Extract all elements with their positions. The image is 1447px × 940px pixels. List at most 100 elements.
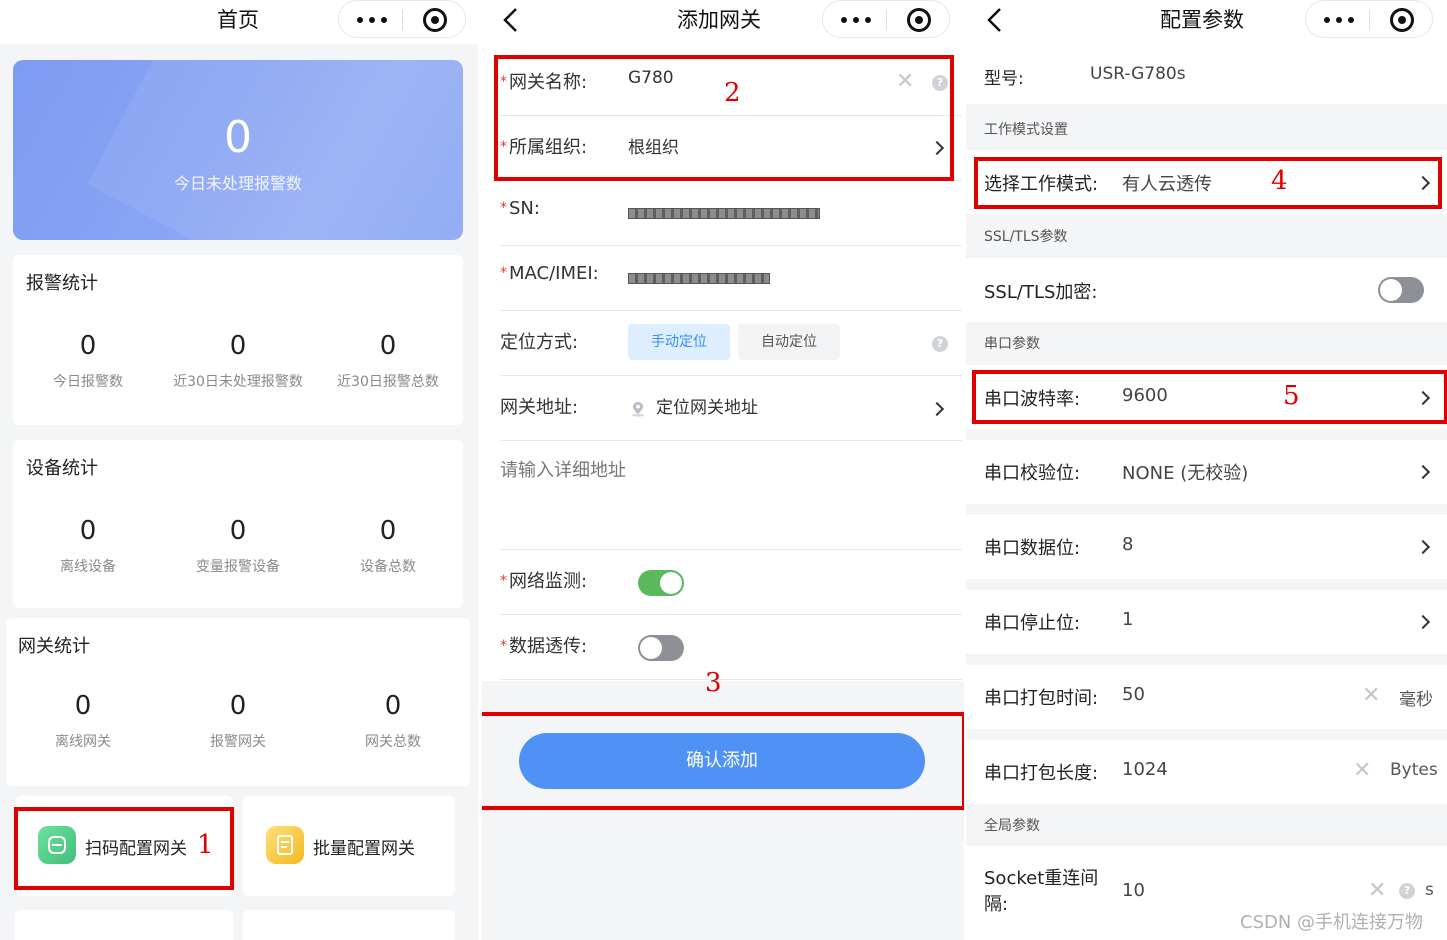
row-label: 串口波特率: (984, 389, 1081, 410)
confirm-add-button[interactable]: 确认添加 (519, 733, 925, 789)
locate-address-link[interactable]: 定位网关地址 (656, 393, 758, 418)
stat-label: 报警网关 (210, 734, 266, 750)
clear-icon[interactable]: ✕ (1353, 760, 1371, 782)
tile-partial[interactable] (15, 910, 233, 940)
tile-label: 批量配置网关 (313, 839, 415, 859)
footer-area (482, 681, 964, 940)
parity-row[interactable]: 串口校验位: NONE (无校验) (966, 440, 1447, 504)
detail-address-textarea[interactable]: 请输入详细地址 (500, 442, 962, 550)
annotation-number: 5 (1283, 381, 1300, 411)
more-icon[interactable] (357, 17, 387, 23)
page-title: 添加网关 (677, 8, 761, 32)
model-value: USR-G780s (1090, 64, 1186, 84)
panel-divider (964, 0, 966, 940)
network-monitor-toggle[interactable] (638, 570, 684, 596)
chevron-right-icon (1415, 464, 1431, 480)
stat-value: 0 (379, 331, 397, 361)
close-mini-program-icon[interactable] (1390, 8, 1414, 32)
mac-imei-field[interactable]: * MAC/IMEI: (500, 247, 962, 311)
stat-30d-total[interactable]: 0 近30日报警总数 (313, 331, 463, 391)
field-label: * SN: (500, 198, 540, 219)
card-title: 网关统计 (18, 636, 90, 657)
chevron-right-icon (929, 401, 945, 417)
back-icon[interactable] (500, 6, 524, 34)
pack-length-value[interactable]: 1024 (1122, 759, 1168, 780)
hero-label: 今日未处理报警数 (173, 174, 302, 193)
clear-icon[interactable]: ✕ (1368, 880, 1386, 902)
ssl-row: SSL/TLS加密: (966, 258, 1447, 322)
pack-length-row[interactable]: 串口打包长度: 1024 ✕ Bytes (966, 740, 1447, 804)
page-title: 配置参数 (1160, 8, 1244, 32)
tile-partial[interactable] (243, 910, 455, 940)
stop-bits-row[interactable]: 串口停止位: 1 (966, 590, 1447, 654)
stat-total-gateways[interactable]: 0 网关总数 (318, 691, 468, 751)
auto-locate-button[interactable]: 自动定位 (738, 324, 840, 360)
close-mini-program-icon[interactable] (907, 8, 931, 32)
field-label: 网关地址: (500, 397, 579, 418)
pack-time-value[interactable]: 50 (1122, 684, 1145, 705)
more-icon[interactable] (841, 17, 871, 23)
redacted-mac (628, 273, 770, 284)
help-icon[interactable]: ? (932, 336, 948, 352)
organization-value: 根组织 (628, 138, 679, 158)
data-passthrough-field: * 数据透传: (500, 616, 962, 680)
stat-offline-gateways[interactable]: 0 离线网关 (8, 691, 158, 751)
clear-icon[interactable]: ✕ (1362, 685, 1380, 707)
row-label: Socket重连间 隔: (984, 868, 1099, 915)
alarm-stats-card: 报警统计 0 今日报警数 0 近30日未处理报警数 0 近30日报警总数 (13, 255, 463, 425)
pack-time-row[interactable]: 串口打包时间: 50 ✕ 毫秒 (966, 665, 1447, 729)
data-bits-value: 8 (1122, 534, 1134, 555)
stat-label: 离线设备 (60, 559, 116, 575)
sn-field[interactable]: * SN: (500, 182, 962, 246)
baud-rate-row[interactable]: 串口波特率: 9600 (966, 365, 1447, 429)
close-mini-program-icon[interactable] (423, 8, 447, 32)
gateway-address-field[interactable]: 网关地址: 定位网关地址 (500, 377, 962, 441)
work-mode-row[interactable]: 选择工作模式: 有人云透传 (966, 150, 1447, 214)
data-passthrough-toggle[interactable] (638, 635, 684, 661)
gateway-name-value[interactable]: G780 (628, 68, 674, 88)
help-icon[interactable]: ? (932, 75, 948, 91)
stat-30d-unhandled[interactable]: 0 近30日未处理报警数 (163, 331, 313, 391)
detail-address-placeholder: 请输入详细地址 (500, 460, 626, 481)
reconnect-value[interactable]: 10 (1122, 880, 1145, 901)
stat-value: 0 (229, 331, 247, 361)
chevron-right-icon (1415, 539, 1431, 555)
stat-alarm-devices[interactable]: 0 变量报警设备 (163, 516, 313, 576)
stat-label: 设备总数 (360, 559, 416, 575)
hero-count: 0 (224, 112, 252, 163)
data-bits-row[interactable]: 串口数据位: 8 (966, 515, 1447, 579)
section-header: 全局参数 (984, 818, 1040, 834)
mini-program-capsule (1305, 0, 1433, 38)
batch-config-gateway-button[interactable]: 批量配置网关 (243, 796, 455, 896)
card-title: 报警统计 (26, 273, 98, 294)
stat-value: 0 (79, 331, 97, 361)
stat-total-devices[interactable]: 0 设备总数 (313, 516, 463, 576)
back-icon[interactable] (984, 6, 1008, 34)
watermark: CSDN @手机连接万物 (1240, 912, 1424, 933)
network-monitor-field: * 网络监测: (500, 551, 962, 615)
mini-program-capsule (822, 0, 950, 38)
more-icon[interactable] (1324, 17, 1354, 23)
unhandled-alarm-hero[interactable]: 0 今日未处理报警数 (13, 60, 463, 240)
chevron-right-icon (1415, 175, 1431, 191)
home-screen: 首页 0 今日未处理报警数 报警统计 0 今日报警数 0 近30日未处理报警数 … (0, 0, 478, 940)
help-icon[interactable]: ? (1399, 883, 1415, 899)
row-label: 型号: (984, 69, 1024, 89)
row-label: 串口打包时间: (984, 688, 1099, 709)
annotation-number: 3 (705, 668, 722, 698)
ssl-toggle[interactable] (1378, 277, 1424, 303)
field-label: * 网络监测: (500, 571, 588, 592)
stat-alarm-gateways[interactable]: 0 报警网关 (163, 691, 313, 751)
annotation-number: 2 (724, 78, 741, 108)
stat-today-alarms[interactable]: 0 今日报警数 (13, 331, 163, 391)
batch-icon (266, 826, 304, 864)
stat-offline-devices[interactable]: 0 离线设备 (13, 516, 163, 576)
stat-value: 0 (229, 516, 247, 546)
stat-value: 0 (229, 691, 247, 721)
field-label: * 数据透传: (500, 636, 588, 657)
stat-label: 变量报警设备 (196, 559, 280, 575)
clear-icon[interactable]: ✕ (896, 71, 914, 93)
manual-locate-button[interactable]: 手动定位 (628, 324, 730, 360)
stat-label: 离线网关 (55, 734, 111, 750)
organization-field[interactable]: * 所属组织: 根组织 (500, 117, 962, 181)
